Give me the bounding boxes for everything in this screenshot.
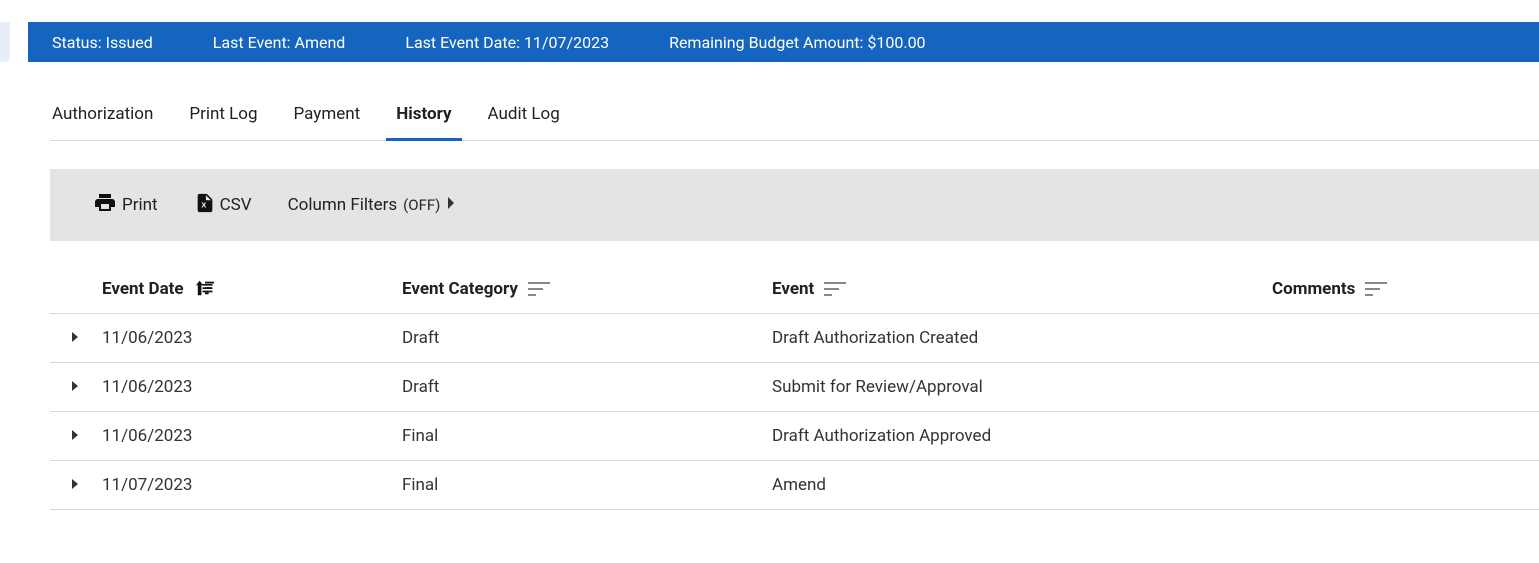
tab-audit-log[interactable]: Audit Log [486,92,562,140]
status-bar: Status: Issued Last Event: Amend Last Ev… [28,22,1539,62]
toolbar: Print X CSV Column Filters (OFF) [50,169,1539,241]
sort-icon[interactable] [528,282,550,296]
svg-text:X: X [201,200,206,209]
table-body: 11/06/2023 Draft Draft Authorization Cre… [50,314,1539,510]
last-event-field: Last Event: Amend [213,33,346,52]
row-expander[interactable] [70,478,80,490]
cell-comments [1272,314,1539,363]
cell-event-category: Draft [402,314,772,363]
cell-event-date: 11/06/2023 [102,412,402,461]
table-row: 11/06/2023 Draft Draft Authorization Cre… [50,314,1539,363]
column-header-comments-label: Comments [1272,279,1355,299]
csv-label: CSV [220,195,252,215]
column-header-comments[interactable]: Comments [1272,265,1539,314]
column-filters-toggle[interactable]: Column Filters (OFF) [288,195,457,215]
last-event-date-field: Last Event Date: 11/07/2023 [405,33,609,52]
column-header-event-category[interactable]: Event Category [402,265,772,314]
tab-history[interactable]: History [394,92,453,140]
tab-authorization[interactable]: Authorization [50,92,155,140]
cell-event: Submit for Review/Approval [772,363,1272,412]
row-expander[interactable] [70,429,80,441]
column-header-event-date-label: Event Date [102,279,184,299]
cell-comments [1272,363,1539,412]
table-row: 11/06/2023 Final Draft Authorization App… [50,412,1539,461]
status-value: Issued [106,33,153,52]
cell-event: Draft Authorization Created [772,314,1272,363]
print-button[interactable]: Print [92,191,158,220]
table-row: 11/06/2023 Draft Submit for Review/Appro… [50,363,1539,412]
cell-event-date: 11/06/2023 [102,314,402,363]
cell-comments [1272,461,1539,510]
status-field: Status: Issued [52,33,153,52]
tab-bar: Authorization Print Log Payment History … [50,92,1539,141]
column-header-event-category-label: Event Category [402,279,518,299]
chevron-right-icon [446,195,456,215]
expander-column-header [50,265,102,314]
remaining-budget-label: Remaining Budget Amount: [669,33,863,52]
last-event-date-label: Last Event Date: [405,33,520,52]
last-event-value: Amend [295,33,346,52]
last-event-date-value: 11/07/2023 [524,33,609,52]
tab-payment[interactable]: Payment [292,92,363,140]
column-header-event[interactable]: Event [772,265,1272,314]
column-filters-label: Column Filters [288,195,398,215]
status-label: Status: [52,33,102,52]
left-edge-decoration [0,22,10,62]
column-header-event-date[interactable]: Event Date [102,265,402,314]
last-event-label: Last Event: [213,33,291,52]
table-row: 11/07/2023 Final Amend [50,461,1539,510]
row-expander[interactable] [70,380,80,392]
cell-event-date: 11/06/2023 [102,363,402,412]
print-icon [92,191,118,220]
history-table: Event Date Event Category [50,265,1539,510]
print-label: Print [122,195,158,215]
csv-button[interactable]: X CSV [194,191,252,220]
cell-comments [1272,412,1539,461]
file-export-icon: X [194,191,216,220]
sort-icon[interactable] [1365,282,1387,296]
column-header-event-label: Event [772,279,814,299]
row-expander[interactable] [70,331,80,343]
cell-event-category: Final [402,461,772,510]
remaining-budget-value: $100.00 [867,33,925,52]
sort-icon[interactable] [824,282,846,296]
cell-event: Draft Authorization Approved [772,412,1272,461]
tab-print-log[interactable]: Print Log [187,92,259,140]
remaining-budget-field: Remaining Budget Amount: $100.00 [669,33,925,52]
table-header-row: Event Date Event Category [50,265,1539,314]
cell-event-category: Draft [402,363,772,412]
sort-ascending-icon[interactable] [194,279,216,299]
cell-event: Amend [772,461,1272,510]
cell-event-date: 11/07/2023 [102,461,402,510]
column-filters-state: (OFF) [403,196,440,214]
cell-event-category: Final [402,412,772,461]
